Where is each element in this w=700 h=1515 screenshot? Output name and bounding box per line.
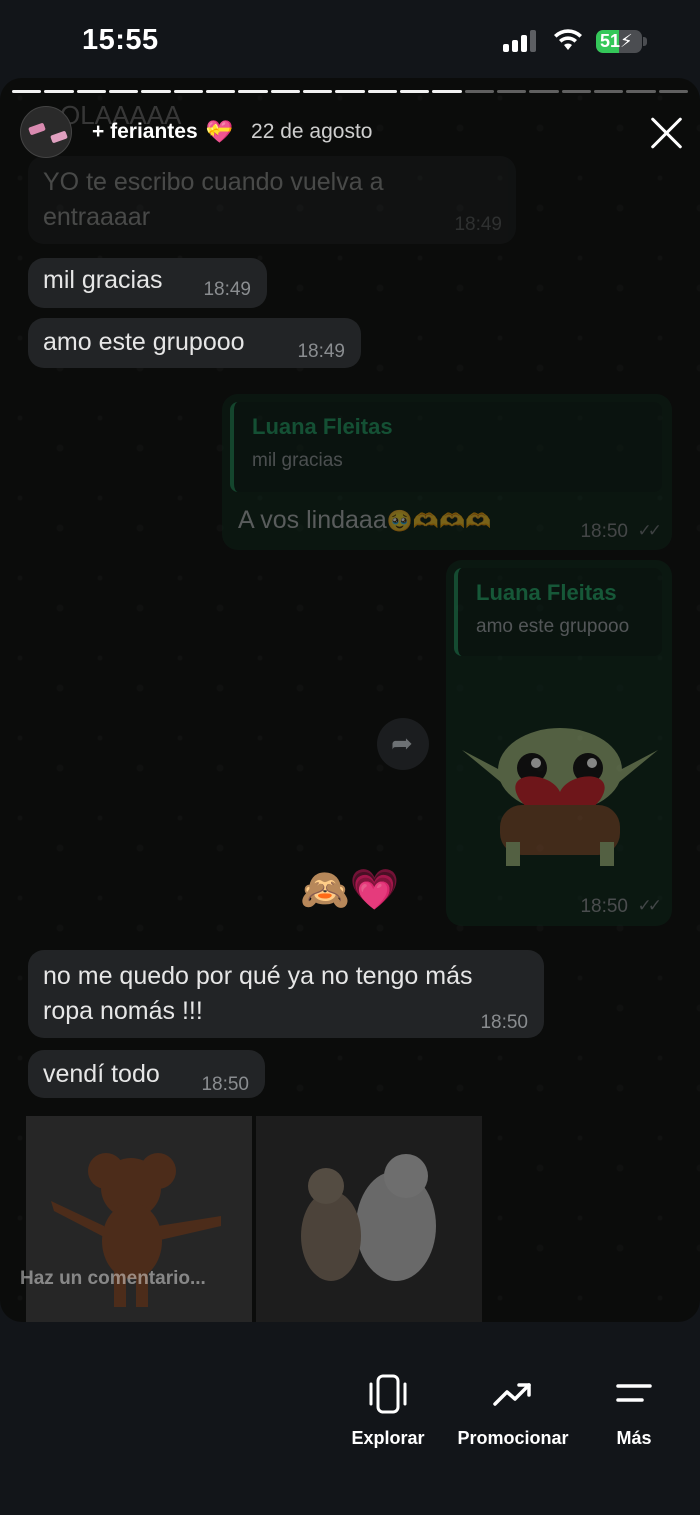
message-incoming: no me quedo por qué ya no tengo más ropa… (28, 950, 544, 1038)
post-date: 22 de agosto (251, 120, 373, 143)
battery-icon: 51⚡ (596, 30, 642, 53)
progress-segment (399, 90, 430, 93)
close-button[interactable] (648, 114, 686, 152)
message-incoming: amo este grupooo 18:49 (28, 318, 361, 368)
progress-segment (108, 90, 139, 93)
explorar-label: Explorar (351, 1428, 425, 1448)
message-incoming: mil gracias 18:49 (28, 258, 267, 308)
quoted-message: Luana Fleitas mil gracias (230, 402, 662, 492)
author-name[interactable]: + feriantes (92, 120, 198, 144)
quote-author: Luana Fleitas (252, 414, 393, 439)
progress-segment (432, 90, 462, 93)
gif-thumbnail (256, 1116, 482, 1322)
sticker-image (462, 728, 658, 866)
progress-segment (367, 90, 397, 93)
mas-button[interactable]: Más (610, 1374, 658, 1449)
story-progress-bar (12, 90, 688, 94)
message-text: entraaaar (43, 203, 151, 231)
message-time: 18:49 (203, 279, 251, 300)
message-time: 18:50 (580, 521, 628, 542)
progress-segment (593, 90, 624, 93)
progress-segment (626, 90, 656, 93)
progress-segment (238, 90, 268, 93)
message-time: 18:49 (454, 214, 502, 235)
message-text: mil gracias (43, 266, 163, 294)
message-text: YO te escribo cuando vuelva a (43, 168, 384, 196)
progress-segment (335, 90, 365, 93)
status-time: 15:55 (82, 24, 159, 56)
message-time: 18:50 (480, 1012, 528, 1033)
bottom-action-bar: Explorar Promocionar Más (0, 1322, 700, 1515)
emoji-message: 🙈💗 (300, 868, 400, 912)
message-incoming: YO te escribo cuando vuelva a entraaaar … (28, 156, 516, 244)
mas-label: Más (616, 1428, 652, 1448)
message-text: vendí todo (43, 1060, 160, 1088)
battery-percent: 51⚡ (600, 31, 633, 51)
progress-segment (302, 90, 333, 93)
message-text: A vos lindaaa🥹🫶🫶🫶 (238, 506, 492, 534)
battery-cap (643, 37, 647, 46)
message-text: amo este grupooo (43, 328, 245, 356)
progress-segment (658, 90, 688, 93)
read-ticks-icon: ✓✓ (637, 521, 662, 540)
trending-up-icon (493, 1383, 531, 1406)
message-outgoing-sticker: Luana Fleitas amo este grupooo 18:50 ✓✓ (446, 560, 672, 926)
message-time: 18:50 (201, 1074, 249, 1095)
progress-segment (12, 90, 42, 93)
story-author[interactable]: + feriantes 💝 22 de agosto (20, 106, 372, 158)
forward-icon (377, 718, 429, 770)
avatar[interactable] (20, 106, 72, 158)
message-outgoing-reply: Luana Fleitas mil gracias A vos lindaaa🥹… (222, 394, 672, 550)
explorar-button[interactable]: Explorar (350, 1374, 426, 1449)
phone-vibrate-icon (369, 1374, 407, 1414)
story-viewer[interactable]: OLAAAAA YO te escribo cuando vuelva a en… (0, 78, 700, 1322)
progress-segment (44, 90, 74, 93)
progress-segment (561, 90, 591, 93)
promocionar-label: Promocionar (457, 1428, 569, 1448)
progress-segment (270, 90, 300, 93)
menu-lines-icon (616, 1384, 652, 1402)
progress-segment (464, 90, 494, 93)
progress-segment (76, 90, 106, 93)
wifi-icon (554, 29, 582, 50)
progress-segment (529, 90, 559, 93)
read-ticks-icon: ✓✓ (637, 896, 662, 915)
heart-gift-icon: 💝 (205, 119, 234, 144)
status-bar: 15:55 51⚡ (0, 0, 700, 80)
message-text: ropa nomás !!! (43, 997, 203, 1025)
progress-segment (141, 90, 171, 93)
progress-segment (205, 90, 236, 93)
message-text: no me quedo por qué ya no tengo más (43, 962, 473, 990)
message-incoming: vendí todo 18:50 (28, 1050, 265, 1098)
gif-thumbnail (26, 1116, 252, 1322)
message-time: 18:50 (580, 896, 628, 917)
progress-segment (496, 90, 527, 93)
comment-input[interactable]: Haz un comentario... (20, 1268, 206, 1290)
message-time: 18:49 (297, 341, 345, 362)
cellular-signal-icon (503, 30, 541, 52)
quote-author: Luana Fleitas (476, 580, 617, 605)
quoted-message: Luana Fleitas amo este grupooo (454, 568, 662, 656)
quote-text: amo este grupooo (476, 616, 630, 637)
progress-segment (173, 90, 203, 93)
quote-text: mil gracias (252, 450, 343, 471)
promocionar-button[interactable]: Promocionar (454, 1374, 572, 1449)
